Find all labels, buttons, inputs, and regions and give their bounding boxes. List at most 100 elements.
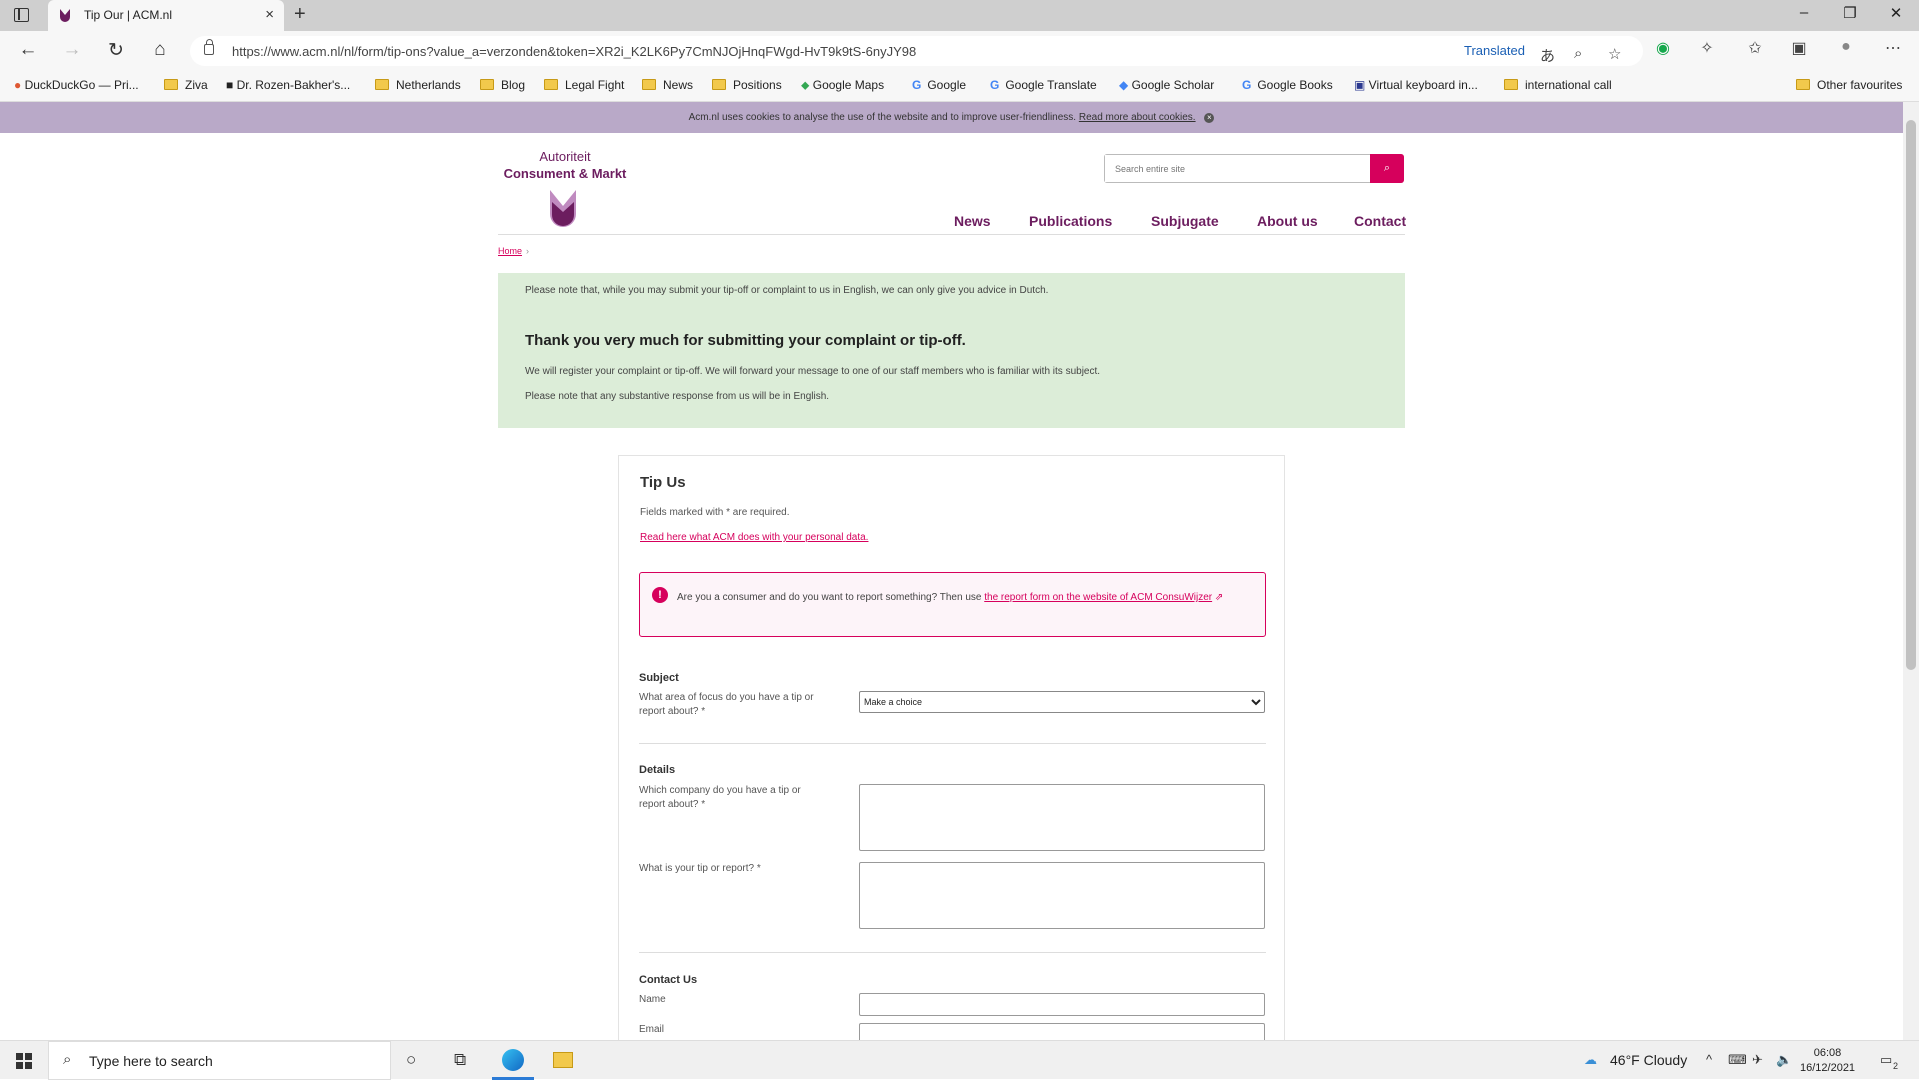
tab-title: Tip Our | ACM.nl	[84, 8, 173, 22]
window-close-icon[interactable]: ✕	[1876, 4, 1916, 22]
nav-publications[interactable]: Publications	[1029, 213, 1112, 229]
nav-divider	[498, 234, 1405, 235]
consuwijzer-link[interactable]: the report form on the website of ACM Co…	[984, 592, 1212, 603]
language-note: Please note that, while you may submit y…	[525, 285, 1049, 296]
extensions-icon[interactable]: ✧	[1694, 38, 1720, 58]
fav-other-favourites[interactable]: Other favourites	[1796, 78, 1902, 92]
privacy-link[interactable]: Read here what ACM does with your person…	[640, 532, 868, 543]
fav-google-books[interactable]: G Google Books	[1242, 78, 1333, 92]
folder-icon	[642, 79, 656, 90]
task-view-icon[interactable]: ⧉	[454, 1050, 466, 1070]
cookie-link[interactable]: Read more about cookies.	[1079, 112, 1196, 123]
minimize-icon[interactable]: –	[1784, 4, 1824, 21]
keyboard-icon: ▣	[1354, 78, 1369, 92]
profile-icon[interactable]: ●	[1833, 38, 1859, 56]
details-heading: Details	[639, 764, 676, 776]
acm-favicon-icon	[60, 9, 70, 22]
weather-icon[interactable]: ☁	[1584, 1052, 1597, 1068]
translated-badge[interactable]: Translated	[1464, 43, 1525, 58]
alert-icon: !	[652, 587, 668, 603]
folder-icon	[375, 79, 389, 90]
reload-icon[interactable]: ↻	[102, 39, 130, 62]
acm-logo[interactable]: Autoriteit Consument & Markt	[498, 148, 632, 182]
file-explorer-icon[interactable]	[553, 1052, 573, 1068]
fav-duckduckgo[interactable]: ● DuckDuckGo — Pri...	[14, 78, 139, 92]
fav-blog[interactable]: Blog	[480, 78, 525, 92]
scrollbar-thumb[interactable]	[1906, 120, 1916, 670]
translate-icon[interactable]: あ	[1540, 45, 1555, 66]
favorites-bar: ● DuckDuckGo — Pri... Ziva ■ Dr. Rozen-B…	[0, 71, 1919, 102]
tip-label: What is your tip or report? *	[639, 863, 761, 874]
restore-icon[interactable]: ❐	[1830, 4, 1870, 22]
taskbar-search-icon: ⌕	[63, 1051, 72, 1068]
taskbar-search[interactable]: ⌕ Type here to search	[48, 1041, 391, 1080]
volume-icon[interactable]: 🔈	[1776, 1052, 1792, 1068]
new-tab-icon[interactable]: +	[294, 3, 306, 26]
subject-select[interactable]: Make a choice	[859, 691, 1265, 713]
tab-actions-icon[interactable]	[14, 8, 29, 22]
windows-start-icon[interactable]	[16, 1053, 32, 1069]
more-icon[interactable]: ⋯	[1880, 38, 1906, 58]
fav-positions[interactable]: Positions	[712, 78, 782, 92]
tray-chevron-icon[interactable]: ^	[1706, 1052, 1712, 1067]
company-label: Which company do you have a tip or repor…	[639, 785, 801, 810]
network-icon[interactable]: ✈	[1752, 1052, 1763, 1068]
url-text[interactable]: https://www.acm.nl/nl/form/tip-ons?value…	[232, 44, 916, 59]
fav-ziva[interactable]: Ziva	[164, 78, 208, 92]
translate-app-icon: G	[990, 78, 1000, 92]
cookie-close-icon[interactable]: ×	[1204, 113, 1215, 123]
notification-icon[interactable]: ▭	[1880, 1052, 1892, 1068]
language-icon[interactable]: ⌨	[1728, 1052, 1747, 1068]
fav-news[interactable]: News	[642, 78, 693, 92]
tab-active[interactable]: Tip Our | ACM.nl ×	[48, 0, 284, 31]
subject-label: What area of focus do you have a tip or …	[639, 692, 814, 717]
nav-news[interactable]: News	[954, 213, 991, 229]
fav-virtual-keyboard[interactable]: ▣ Virtual keyboard in...	[1354, 78, 1478, 92]
home-icon[interactable]: ⌂	[146, 39, 174, 61]
alert-text: Are you a consumer and do you want to re…	[677, 592, 1224, 603]
breadcrumb-home[interactable]: Home	[498, 246, 522, 256]
search-icon: ⌕	[1383, 162, 1391, 174]
contact-heading: Contact Us	[639, 974, 698, 986]
fav-rozen-bakher[interactable]: ■ Dr. Rozen-Bakher's...	[226, 78, 350, 92]
google-icon: G	[1242, 78, 1252, 92]
fav-google-scholar[interactable]: ◆ Google Scholar	[1119, 78, 1214, 92]
cortana-icon[interactable]: ○	[406, 1050, 416, 1070]
fav-google-translate[interactable]: G Google Translate	[990, 78, 1097, 92]
tip-textarea[interactable]	[859, 862, 1265, 929]
grammarly-icon[interactable]: ◉	[1650, 38, 1676, 58]
folder-icon	[1504, 79, 1518, 90]
weather-text[interactable]: 46°F Cloudy	[1610, 1052, 1687, 1068]
tab-close-icon[interactable]: ×	[265, 6, 274, 23]
search-button[interactable]: ⌕	[1370, 154, 1404, 183]
edge-taskbar-icon[interactable]	[502, 1049, 524, 1071]
zoom-icon[interactable]: ⌕	[1574, 45, 1582, 62]
nav-subjugate[interactable]: Subjugate	[1151, 213, 1219, 229]
clock[interactable]: 06:08 16/12/2021	[1800, 1046, 1855, 1076]
name-input[interactable]	[859, 993, 1265, 1016]
fav-netherlands[interactable]: Netherlands	[375, 78, 461, 92]
fav-google-maps[interactable]: ⬥ Google Maps	[801, 78, 884, 93]
add-favorite-icon[interactable]: ☆	[1608, 45, 1621, 63]
breadcrumb-separator: ›	[526, 246, 529, 256]
fav-international-call[interactable]: international call	[1504, 78, 1612, 92]
tip-form: Tip Us Fields marked with * are required…	[618, 455, 1285, 1055]
search-input[interactable]	[1105, 155, 1365, 182]
nav-about-us[interactable]: About us	[1257, 213, 1318, 229]
confirmation-line1: We will register your complaint or tip-o…	[525, 366, 1101, 377]
cookie-bar: Acm.nl uses cookies to analyse the use o…	[0, 102, 1903, 133]
fav-google[interactable]: G Google	[912, 78, 966, 92]
nav-contact[interactable]: Contact	[1354, 213, 1406, 229]
fav-legal-fight[interactable]: Legal Fight	[544, 78, 624, 92]
confirmation-heading: Thank you very much for submitting your …	[525, 332, 966, 349]
back-icon[interactable]: ←	[14, 39, 42, 61]
clock-date: 16/12/2021	[1800, 1062, 1856, 1074]
collections-icon[interactable]: ▣	[1786, 38, 1812, 58]
company-textarea[interactable]	[859, 784, 1265, 851]
url-field[interactable]: https://www.acm.nl/nl/form/tip-ons?value…	[190, 36, 1643, 66]
favorites-icon[interactable]: ✩	[1742, 38, 1768, 58]
page-scrollbar[interactable]	[1903, 102, 1919, 1040]
section-divider	[639, 743, 1266, 744]
forward-icon[interactable]: →	[58, 39, 86, 61]
lock-icon[interactable]	[204, 39, 214, 55]
